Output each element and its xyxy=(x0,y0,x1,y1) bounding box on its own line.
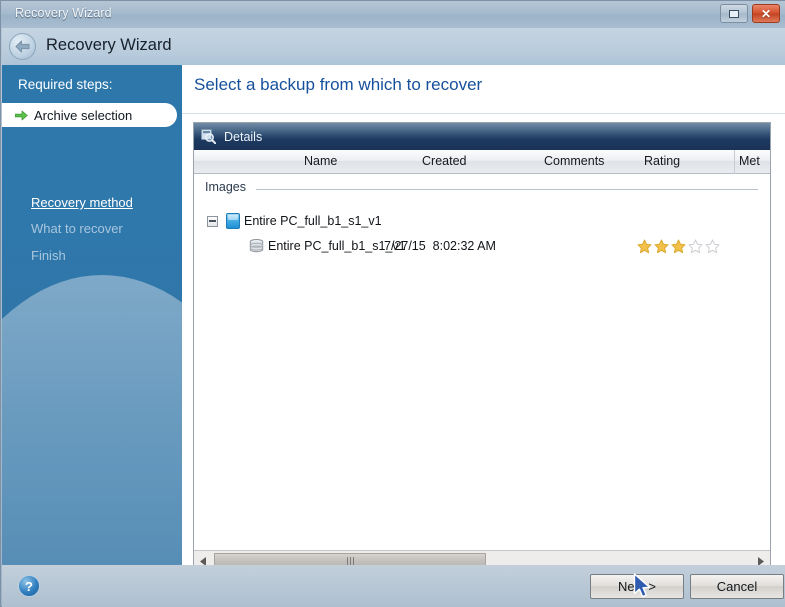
list-group-images: Images xyxy=(194,180,770,198)
wizard-header: Recovery Wizard xyxy=(2,28,785,65)
restore-window-button[interactable] xyxy=(720,4,748,23)
archive-name: Entire PC_full_b1_s1_v1 xyxy=(244,214,382,228)
sidebar: Required steps: Archive selection Recove… xyxy=(2,65,182,565)
sidebar-decoration xyxy=(2,275,182,565)
star-empty-icon[interactable] xyxy=(688,238,703,254)
sidebar-item-archive-selection[interactable]: Archive selection xyxy=(2,103,177,127)
restore-icon xyxy=(729,9,739,18)
disk-stack-icon xyxy=(249,239,264,253)
column-header-rating[interactable]: Rating xyxy=(644,154,680,168)
back-button[interactable] xyxy=(9,33,36,60)
column-separator[interactable] xyxy=(734,150,735,174)
column-header-name[interactable]: Name xyxy=(304,154,337,168)
sidebar-item-recovery-method[interactable]: Recovery method xyxy=(31,195,133,210)
scroll-thumb-grip xyxy=(346,557,354,565)
drive-icon xyxy=(226,213,240,229)
window-title: Recovery Wizard xyxy=(15,6,112,20)
backup-created: 7/27/15 8:02:32 AM xyxy=(384,239,496,253)
window-titlebar: Recovery Wizard ✕ xyxy=(1,1,785,28)
close-window-button[interactable]: ✕ xyxy=(752,4,780,23)
recovery-wizard-window: Recovery Wizard ✕ Recovery Wizard Requir… xyxy=(0,0,785,607)
window-controls: ✕ xyxy=(720,4,780,23)
status-badge[interactable] xyxy=(637,238,720,254)
close-icon: ✕ xyxy=(760,6,772,21)
column-header-created[interactable]: Created xyxy=(422,154,466,168)
cancel-button[interactable]: Cancel xyxy=(690,574,784,599)
group-divider xyxy=(256,189,758,190)
details-toolbar: Details xyxy=(194,123,770,150)
table-row[interactable]: Entire PC_full_b1_s1_v1 xyxy=(194,210,770,232)
star-filled-icon[interactable] xyxy=(654,238,669,254)
details-magnifier-icon xyxy=(201,129,216,144)
backup-list: Images Entire PC_full_b1_s1_v1 Entire PC… xyxy=(194,174,770,549)
column-header-row: Name Created Comments Rating Met xyxy=(194,150,770,174)
star-empty-icon[interactable] xyxy=(705,238,720,254)
column-header-method[interactable]: Met xyxy=(739,154,760,168)
current-step-arrow-icon xyxy=(15,110,28,120)
collapse-minus-icon[interactable] xyxy=(207,215,218,227)
details-panel: Details Name Created Comments Rating Met… xyxy=(193,122,771,572)
star-filled-icon[interactable] xyxy=(671,238,686,254)
page-title: Recovery Wizard xyxy=(46,36,172,54)
back-arrow-icon xyxy=(15,40,30,53)
sidebar-item-finish: Finish xyxy=(31,248,66,263)
table-row[interactable]: Entire PC_full_b1_s1_v1 7/27/15 8:02:32 … xyxy=(194,235,770,257)
sidebar-item-what-to-recover: What to recover xyxy=(31,221,123,236)
window-frame: Recovery Wizard ✕ Recovery Wizard Requir… xyxy=(0,0,785,607)
content-panel: Select a backup from which to recover De… xyxy=(182,65,785,607)
next-button[interactable]: Next > xyxy=(590,574,684,599)
content-divider xyxy=(182,113,785,114)
footer-bar: ? Next > Cancel xyxy=(2,565,785,607)
column-header-comments[interactable]: Comments xyxy=(544,154,604,168)
group-label: Images xyxy=(205,180,246,194)
sidebar-item-label: Archive selection xyxy=(34,107,133,123)
content-heading: Select a backup from which to recover xyxy=(194,75,483,94)
star-filled-icon[interactable] xyxy=(637,238,652,254)
help-icon[interactable]: ? xyxy=(18,575,40,597)
sidebar-heading: Required steps: xyxy=(18,77,113,92)
details-toolbar-label: Details xyxy=(224,129,263,144)
